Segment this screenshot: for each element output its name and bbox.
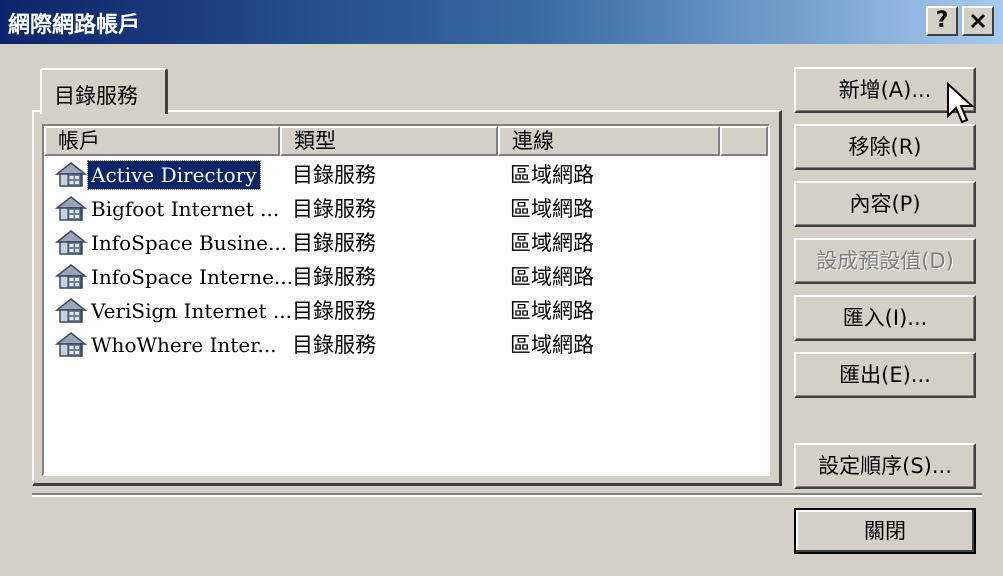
account-type: 目錄服務 — [292, 197, 376, 221]
account-name: InfoSpace Busine... — [91, 231, 288, 255]
export-button[interactable]: 匯出(E)... — [794, 352, 976, 398]
account-type: 目錄服務 — [292, 265, 376, 289]
column-header-filler — [720, 126, 768, 156]
list-rows: Active Directory 目錄服務 區域網路 Bigfoot Inter… — [44, 158, 768, 362]
directory-service-icon — [54, 194, 88, 224]
account-connection: 區域網路 — [510, 163, 594, 187]
accounts-list[interactable]: 帳戶 類型 連線 Active Directory 目錄服務 區域網路 Bigf… — [42, 124, 770, 476]
account-cell: InfoSpace Busine... — [54, 226, 290, 260]
directory-service-icon — [54, 330, 88, 360]
table-row[interactable]: WhoWhere Inter... 目錄服務 區域網路 — [44, 328, 768, 362]
account-connection: 區域網路 — [510, 231, 594, 255]
set-default-button[interactable]: 設成預設值(D) — [794, 238, 976, 284]
properties-button[interactable]: 內容(P) — [794, 181, 976, 227]
remove-button[interactable]: 移除(R) — [794, 124, 976, 170]
column-header-connection[interactable]: 連線 — [498, 126, 720, 156]
account-cell: Bigfoot Internet ... — [54, 192, 282, 226]
account-name: InfoSpace Interne... — [91, 265, 294, 289]
mouse-pointer-icon — [947, 82, 975, 124]
title-bar[interactable]: 網際網路帳戶 ? — [0, 0, 1003, 44]
separator — [32, 493, 982, 497]
account-type: 目錄服務 — [292, 231, 376, 255]
table-row[interactable]: VeriSign Internet ... 目錄服務 區域網路 — [44, 294, 768, 328]
account-type: 目錄服務 — [292, 163, 376, 187]
account-cell: WhoWhere Inter... — [54, 328, 280, 362]
account-connection: 區域網路 — [510, 333, 594, 357]
directory-service-icon — [54, 228, 88, 258]
close-icon — [970, 13, 986, 29]
tab-label: 目錄服務 — [54, 84, 138, 108]
table-row[interactable]: Active Directory 目錄服務 區域網路 — [44, 158, 768, 192]
close-button[interactable]: 關閉 — [794, 508, 976, 554]
account-connection: 區域網路 — [510, 265, 594, 289]
account-cell: VeriSign Internet ... — [54, 294, 295, 328]
window-title: 網際網路帳戶 — [8, 13, 141, 38]
help-button[interactable]: ? — [926, 6, 958, 36]
account-connection: 區域網路 — [510, 197, 594, 221]
account-name: WhoWhere Inter... — [91, 333, 277, 357]
column-header-type[interactable]: 類型 — [280, 126, 498, 156]
list-header: 帳戶 類型 連線 — [44, 126, 768, 156]
account-name: Active Directory — [87, 160, 261, 190]
account-cell: InfoSpace Interne... — [54, 260, 296, 294]
table-row[interactable]: Bigfoot Internet ... 目錄服務 區域網路 — [44, 192, 768, 226]
close-window-button[interactable] — [962, 6, 994, 36]
account-name: VeriSign Internet ... — [91, 299, 292, 323]
import-button[interactable]: 匯入(I)... — [794, 295, 976, 341]
directory-service-icon — [54, 160, 88, 190]
table-row[interactable]: InfoSpace Interne... 目錄服務 區域網路 — [44, 260, 768, 294]
directory-service-icon — [54, 296, 88, 326]
internet-accounts-dialog: 網際網路帳戶 ? 目錄服務 帳戶 類型 連線 Active Directory … — [0, 0, 1003, 576]
table-row[interactable]: InfoSpace Busine... 目錄服務 區域網路 — [44, 226, 768, 260]
set-order-button[interactable]: 設定順序(S)... — [794, 443, 976, 489]
column-header-account[interactable]: 帳戶 — [44, 126, 280, 156]
account-cell: Active Directory — [54, 158, 261, 192]
account-connection: 區域網路 — [510, 299, 594, 323]
account-type: 目錄服務 — [292, 333, 376, 357]
account-name: Bigfoot Internet ... — [91, 197, 280, 221]
directory-service-icon — [54, 262, 88, 292]
tab-directory-service[interactable]: 目錄服務 — [40, 68, 168, 114]
account-type: 目錄服務 — [292, 299, 376, 323]
